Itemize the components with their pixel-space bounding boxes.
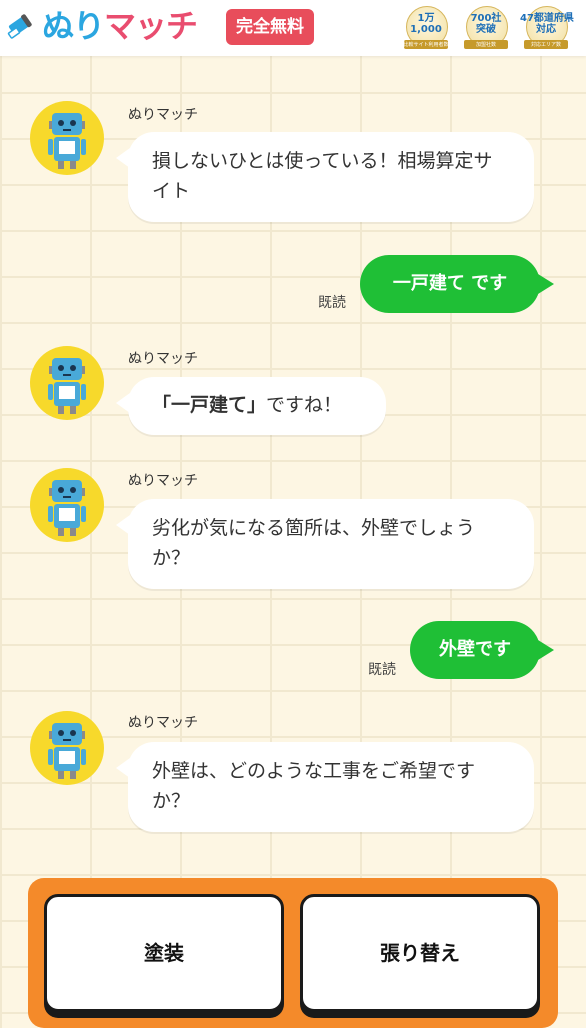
free-badge: 完全無料 [226,9,314,45]
award-badge-companies: 700社 突破 加盟社数 [460,4,512,52]
message-text: 外壁は、どのような工事をご希望ですか？ [152,760,476,812]
robot-icon [48,723,86,779]
bot-name: ぬりマッチ [128,351,198,367]
robot-icon [48,480,86,536]
robot-icon [48,358,86,414]
message-text: ですね！ [266,394,343,416]
choice-panel: 塗装 張り替え [28,878,558,1028]
bot-avatar [30,101,104,175]
award-sub: 加盟社数 [475,42,496,48]
logo-accent: マッチ [104,7,198,45]
user-message: 一戸建て です [360,255,554,313]
award-badge-users: 1万 1,000 比較サイト利用者数 [400,4,452,52]
bot-avatar [30,468,104,542]
read-receipt: 既読 [318,295,346,311]
bot-message: 外壁は、どのような工事をご希望ですか？ [116,742,534,832]
award-badge-area: 47都道府県 対応 対応エリア数 [520,4,574,52]
paint-brush-icon [7,14,32,39]
bot-message: 「一戸建て」ですね！ [116,377,386,435]
message-text: 一戸建て です [392,273,508,294]
message-text: 外壁です [439,639,511,660]
bot-avatar [30,346,104,420]
logo-main: ぬり [42,7,105,45]
message-quote: 「一戸建て」 [152,394,267,416]
award-main: 700社 突破 [470,13,502,35]
award-main: 47都道府県 対応 [520,13,574,35]
app-header: ぬりマッチ 完全無料 1万 1,000 比較サイト利用者数 700社 突破 加盟… [0,0,586,56]
message-text: 損しないひとは使っている！相場算定サイト [152,150,493,202]
bot-message: 劣化が気になる箇所は、外壁でしょうか？ [116,499,534,589]
award-main: 1万 1,000 [410,13,442,35]
bot-message: 損しないひとは使っている！相場算定サイト [116,132,534,222]
bot-name: ぬりマッチ [128,715,198,731]
robot-icon [48,113,86,169]
bot-avatar [30,711,104,785]
choice-button-replace[interactable]: 張り替え [300,894,540,1012]
award-sub: 比較サイト利用者数 [403,42,449,48]
logo-text: ぬりマッチ [42,6,198,46]
award-sub: 対応エリア数 [530,42,561,48]
user-message: 外壁です [410,621,554,679]
message-text: 劣化が気になる箇所は、外壁でしょうか？ [152,517,476,569]
choice-button-paint[interactable]: 塗装 [44,894,284,1012]
bot-name: ぬりマッチ [128,473,198,489]
bot-name: ぬりマッチ [128,107,198,123]
read-receipt: 既読 [368,662,396,678]
logo[interactable]: ぬりマッチ [6,6,198,46]
